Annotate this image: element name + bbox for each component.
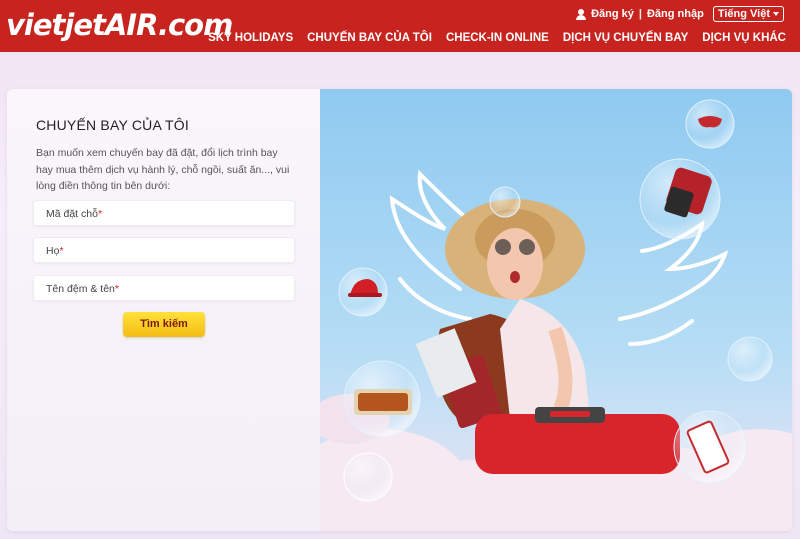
red-suitcase: [475, 407, 680, 474]
nav-item-check-in[interactable]: CHECK-IN ONLINE: [446, 32, 549, 44]
booking-code-placeholder: Mã đặt chỗ: [46, 208, 98, 220]
my-flight-card: CHUYẾN BAY CỦA TÔI Bạn muốn xem chuyến b…: [7, 89, 792, 531]
nav-item-my-flights[interactable]: CHUYẾN BAY CỦA TÔI: [307, 32, 432, 44]
bubble-meal: [343, 360, 421, 438]
account-links: Đăng ký | Đăng nhập Tiếng Việt: [576, 6, 784, 22]
bubble-cap: [338, 267, 388, 317]
main-nav: SKY HOLIDAYS CHUYẾN BAY CỦA TÔI CHECK-IN…: [208, 32, 786, 44]
last-name-input[interactable]: Họ*: [33, 237, 295, 263]
bubble-eye-mask: [685, 99, 735, 149]
separator: |: [638, 8, 642, 20]
nav-item-flight-services[interactable]: DỊCH VỤ CHUYẾN BAY: [563, 32, 688, 44]
chevron-down-icon: [773, 12, 779, 16]
bubble-seat: [639, 158, 721, 240]
search-form-panel: CHUYẾN BAY CỦA TÔI Bạn muốn xem chuyến b…: [7, 89, 320, 531]
last-name-placeholder: Họ: [46, 245, 60, 257]
nav-item-other-services[interactable]: DỊCH VỤ KHÁC: [702, 32, 786, 44]
vietjet-logo[interactable]: vietjetAIR.com: [6, 8, 233, 42]
site-header: vietjetAIR.com Đăng ký | Đăng nhập Tiếng…: [0, 0, 800, 52]
login-link[interactable]: Đăng nhập: [647, 8, 704, 20]
first-name-placeholder: Tên đệm & tên: [46, 283, 115, 295]
bubble-phone: [673, 410, 747, 484]
form-description: Bạn muốn xem chuyến bay đã đặt, đổi lịch…: [36, 147, 290, 192]
form-title: CHUYẾN BAY CỦA TÔI: [36, 117, 189, 133]
booking-code-input[interactable]: Mã đặt chỗ*: [33, 200, 295, 226]
user-icon: [576, 8, 587, 20]
required-mark: *: [59, 245, 64, 257]
language-selector[interactable]: Tiếng Việt: [712, 6, 784, 22]
required-mark: *: [114, 283, 119, 295]
first-name-input[interactable]: Tên đệm & tên*: [33, 275, 295, 301]
search-button[interactable]: Tìm kiếm: [123, 312, 205, 337]
language-label: Tiếng Việt: [717, 8, 770, 20]
nav-item-sky-holidays[interactable]: SKY HOLIDAYS: [208, 32, 293, 44]
register-link[interactable]: Đăng ký: [591, 8, 634, 20]
hero-illustration: [320, 89, 792, 531]
required-mark: *: [97, 208, 103, 220]
